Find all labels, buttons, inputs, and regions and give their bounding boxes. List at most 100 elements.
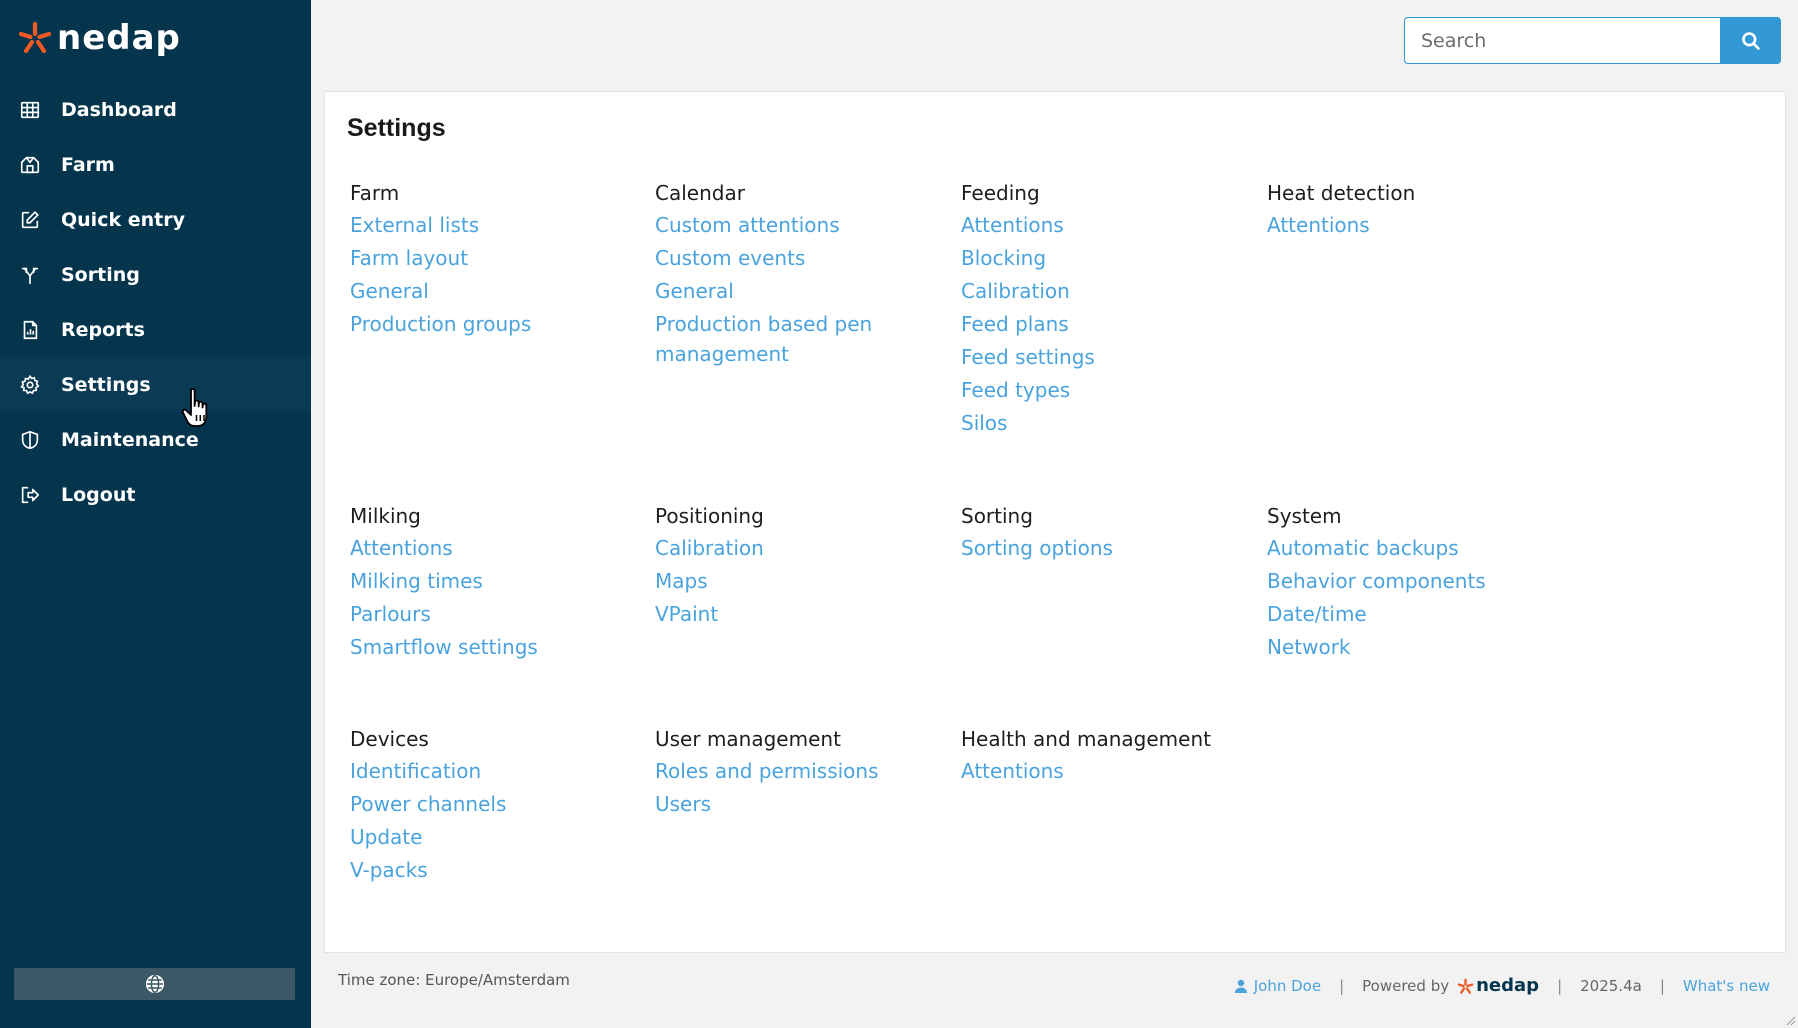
settings-link[interactable]: Automatic backups <box>1267 533 1547 563</box>
sidebar-item-reports[interactable]: Reports <box>0 302 311 357</box>
settings-link[interactable]: V-packs <box>350 855 630 885</box>
settings-link[interactable]: Milking times <box>350 566 630 596</box>
settings-link[interactable]: Calibration <box>655 533 935 563</box>
sidebar-item-quick-entry[interactable]: Quick entry <box>0 192 311 247</box>
section-title: User management <box>655 727 841 751</box>
settings-panel: Settings Farm External lists Farm layout… <box>324 91 1786 953</box>
footer-separator: | <box>1557 977 1563 995</box>
section-positioning: Positioning Calibration Maps VPaint <box>655 502 935 629</box>
settings-link[interactable]: Behavior components <box>1267 566 1547 596</box>
settings-link[interactable]: Silos <box>961 408 1241 438</box>
sidebar-item-sorting[interactable]: Sorting <box>0 247 311 302</box>
settings-link[interactable]: Attentions <box>961 210 1241 240</box>
settings-link[interactable]: Update <box>350 822 630 852</box>
section-links: Custom attentions Custom events General … <box>655 210 885 369</box>
settings-link[interactable]: VPaint <box>655 599 935 629</box>
section-links: Identification Power channels Update V-p… <box>350 756 630 885</box>
user-icon <box>1234 979 1247 993</box>
logout-icon <box>18 483 42 507</box>
section-milking: Milking Attentions Milking times Parlour… <box>350 502 630 662</box>
sidebar-item-label: Logout <box>61 483 136 506</box>
section-title: Feeding <box>961 181 1040 205</box>
sidebar-nav: Dashboard Farm Quick entry Sorting Repor… <box>0 82 311 522</box>
section-title: Health and management <box>961 727 1211 751</box>
shield-icon <box>18 428 42 452</box>
section-system: System Automatic backups Behavior compon… <box>1267 502 1547 662</box>
settings-link[interactable]: Calibration <box>961 276 1241 306</box>
section-links: Roles and permissions Users <box>655 756 935 819</box>
settings-link[interactable]: Attentions <box>961 756 1241 786</box>
footer-brand-name: nedap <box>1476 975 1540 996</box>
sidebar-item-label: Sorting <box>61 263 140 286</box>
page-title: Settings <box>347 114 446 142</box>
user-link[interactable]: John Doe <box>1234 977 1321 995</box>
settings-link[interactable]: Network <box>1267 632 1547 662</box>
section-sorting: Sorting Sorting options <box>961 502 1241 563</box>
resize-grip-icon[interactable] <box>1784 1014 1796 1026</box>
search-input[interactable] <box>1404 17 1720 64</box>
search-button[interactable] <box>1720 17 1781 64</box>
section-title: Positioning <box>655 504 764 528</box>
settings-link[interactable]: Feed settings <box>961 342 1241 372</box>
nedap-star-icon <box>18 21 52 54</box>
section-health-and-management: Health and management Attentions <box>961 725 1241 786</box>
whats-new-link[interactable]: What's new <box>1683 977 1770 995</box>
settings-link[interactable]: Sorting options <box>961 533 1241 563</box>
sidebar-item-label: Farm <box>61 153 115 176</box>
sidebar-item-settings[interactable]: Settings <box>0 357 311 412</box>
sidebar-item-farm[interactable]: Farm <box>0 137 311 192</box>
search-icon <box>1741 31 1760 50</box>
settings-link[interactable]: Identification <box>350 756 630 786</box>
settings-link[interactable]: Production groups <box>350 309 630 339</box>
section-links: Automatic backups Behavior components Da… <box>1267 533 1547 662</box>
sidebar-item-maintenance[interactable]: Maintenance <box>0 412 311 467</box>
settings-link[interactable]: External lists <box>350 210 630 240</box>
hand-cursor-icon <box>181 388 208 427</box>
settings-link[interactable]: Roles and permissions <box>655 756 935 786</box>
settings-link[interactable]: Smartflow settings <box>350 632 630 662</box>
powered-by-label: Powered by <box>1362 977 1450 995</box>
settings-link[interactable]: Attentions <box>350 533 630 563</box>
sidebar-item-logout[interactable]: Logout <box>0 467 311 522</box>
sidebar-item-dashboard[interactable]: Dashboard <box>0 82 311 137</box>
settings-link[interactable]: General <box>655 276 885 306</box>
report-icon <box>18 318 42 342</box>
gear-icon <box>18 373 42 397</box>
section-links: Calibration Maps VPaint <box>655 533 935 629</box>
settings-link[interactable]: Blocking <box>961 243 1241 273</box>
settings-link[interactable]: Feed plans <box>961 309 1241 339</box>
version-label: 2025.4a <box>1580 977 1642 995</box>
settings-link[interactable]: Feed types <box>961 375 1241 405</box>
settings-link[interactable]: Production based pen management <box>655 309 885 369</box>
section-title: Heat detection <box>1267 181 1416 205</box>
split-arrow-icon <box>18 263 42 287</box>
timezone-label: Time zone: Europe/Amsterdam <box>338 971 570 989</box>
section-links: External lists Farm layout General Produ… <box>350 210 630 339</box>
settings-link[interactable]: Attentions <box>1267 210 1547 240</box>
edit-icon <box>18 208 42 232</box>
settings-link[interactable]: Custom events <box>655 243 885 273</box>
sidebar: nedap Dashboard Farm Quick entry Sorting <box>0 0 311 1028</box>
sidebar-item-label: Settings <box>61 373 151 396</box>
settings-link[interactable]: Users <box>655 789 935 819</box>
section-title: System <box>1267 504 1342 528</box>
barn-icon <box>18 153 42 177</box>
settings-link[interactable]: Custom attentions <box>655 210 885 240</box>
footer-separator: | <box>1339 977 1345 995</box>
language-button[interactable] <box>14 968 295 1000</box>
footer-info: John Doe | Powered by nedap | 2025.4a | … <box>1234 977 1770 995</box>
settings-link[interactable]: Date/time <box>1267 599 1547 629</box>
section-devices: Devices Identification Power channels Up… <box>350 725 630 885</box>
settings-link[interactable]: Power channels <box>350 789 630 819</box>
settings-link[interactable]: Maps <box>655 566 935 596</box>
section-farm: Farm External lists Farm layout General … <box>350 179 630 339</box>
settings-link[interactable]: General <box>350 276 630 306</box>
nedap-logo[interactable]: nedap <box>17 18 181 58</box>
sidebar-item-label: Dashboard <box>61 98 177 121</box>
settings-link[interactable]: Parlours <box>350 599 630 629</box>
settings-link[interactable]: Farm layout <box>350 243 630 273</box>
section-links: Sorting options <box>961 533 1241 563</box>
section-feeding: Feeding Attentions Blocking Calibration … <box>961 179 1241 438</box>
section-title: Calendar <box>655 181 745 205</box>
sidebar-item-label: Maintenance <box>61 428 199 451</box>
